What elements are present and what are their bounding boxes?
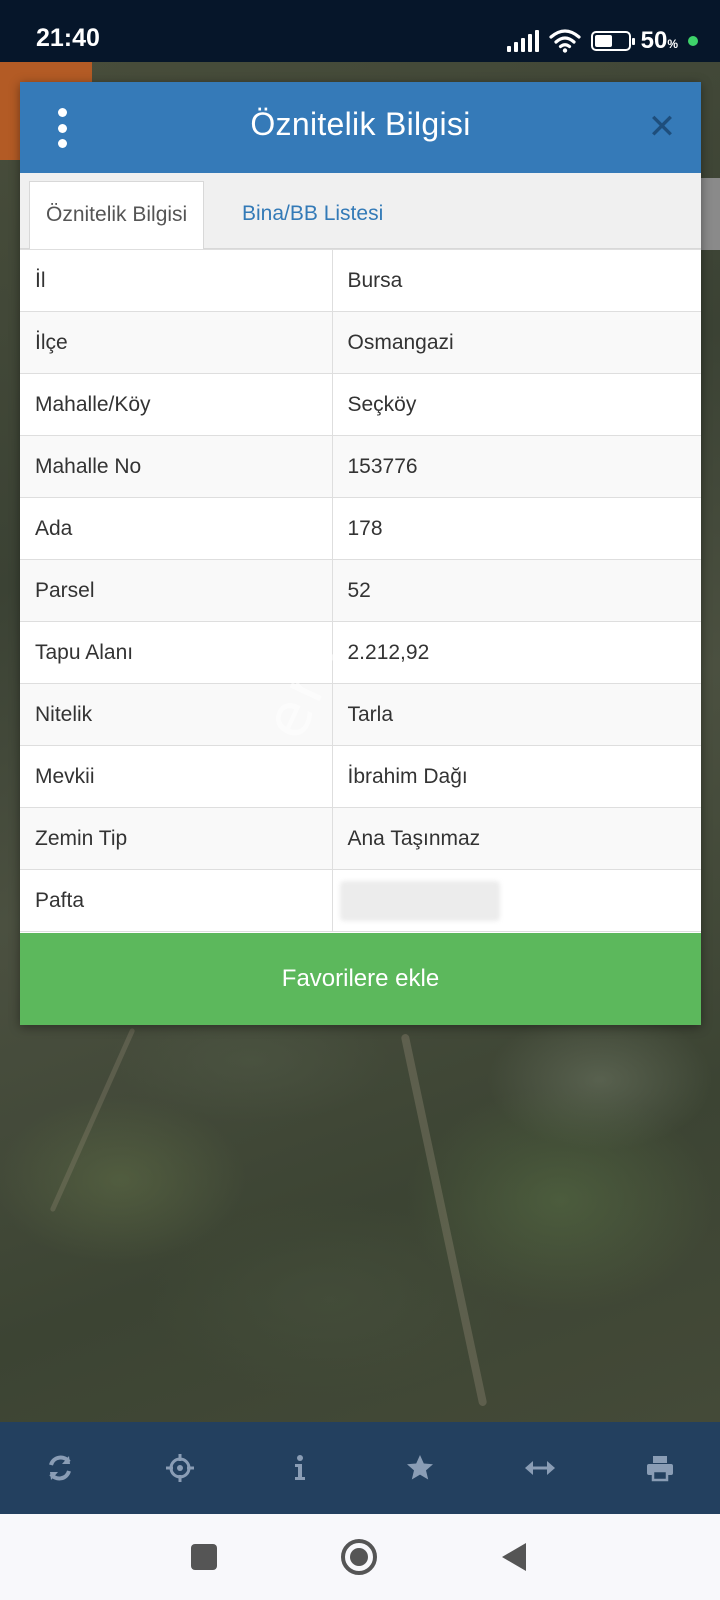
system-nav-bar — [0, 1514, 720, 1600]
table-row: İl Bursa — [20, 249, 701, 312]
redacted-value — [339, 880, 500, 921]
star-icon[interactable] — [395, 1443, 445, 1493]
attr-key: Ada — [20, 497, 333, 560]
signal-icon — [506, 30, 539, 52]
attr-key: Zemin Tip — [20, 807, 333, 870]
tab-bar: Öznitelik Bilgisi Bina/BB Listesi — [20, 173, 701, 250]
scrollbar[interactable] — [700, 178, 720, 250]
table-row: Ada 178 — [20, 497, 701, 560]
battery-percentage: 50% — [640, 27, 678, 54]
table-row: Mahalle/Köy Seçköy — [20, 373, 701, 436]
attr-value: Ana Taşınmaz — [331, 807, 701, 870]
attr-key: İlçe — [20, 311, 333, 374]
table-row: İlçe Osmangazi — [20, 311, 701, 374]
back-button[interactable] — [491, 1534, 537, 1580]
attr-key: Mevkii — [20, 745, 333, 808]
attr-value: 2.212,92 — [331, 621, 701, 684]
privacy-indicator-dot — [688, 36, 698, 46]
attribute-info-dialog: Öznitelik Bilgisi ✕ Öznitelik Bilgisi Bi… — [20, 82, 701, 1025]
attr-value: Bursa — [331, 249, 701, 312]
tab-building-list[interactable]: Bina/BB Listesi — [226, 181, 399, 250]
locate-icon[interactable] — [155, 1443, 205, 1493]
dialog-title: Öznitelik Bilgisi — [250, 106, 471, 142]
attr-value: Osmangazi — [331, 311, 701, 374]
dialog-header: Öznitelik Bilgisi ✕ — [20, 82, 701, 173]
map-toolbar — [0, 1422, 720, 1514]
status-indicators: 50% — [506, 26, 698, 56]
attr-value-redacted — [331, 869, 701, 932]
attr-key: Parsel — [20, 559, 333, 622]
refresh-icon[interactable] — [35, 1443, 85, 1493]
status-bar: 21:40 50% — [0, 0, 720, 62]
attr-key: Pafta — [20, 869, 333, 932]
table-row: Tapu Alanı 2.212,92 — [20, 621, 701, 684]
attr-key: Nitelik — [20, 683, 333, 746]
attr-key: İl — [20, 249, 333, 312]
recent-apps-button[interactable] — [181, 1534, 227, 1580]
table-row: Zemin Tip Ana Taşınmaz — [20, 807, 701, 870]
attr-key: Mahalle No — [20, 435, 333, 498]
attr-key: Tapu Alanı — [20, 621, 333, 684]
attr-value: Tarla — [331, 683, 701, 746]
attr-value: İbrahim Dağı — [331, 745, 701, 808]
table-row: Nitelik Tarla — [20, 683, 701, 746]
print-icon[interactable] — [635, 1443, 685, 1493]
close-icon[interactable]: ✕ — [645, 110, 679, 144]
attribute-table: İl Bursa İlçe Osmangazi Mahalle/Köy Seçköy … — [20, 249, 701, 932]
status-time: 21:40 — [36, 24, 100, 52]
attr-value: 178 — [331, 497, 701, 560]
attr-value: 153776 — [331, 435, 701, 498]
table-row: Parsel 52 — [20, 559, 701, 622]
measure-icon[interactable] — [515, 1443, 565, 1493]
attr-value: 52 — [331, 559, 701, 622]
info-icon[interactable] — [275, 1443, 325, 1493]
battery-icon — [590, 31, 635, 51]
attr-value: Seçköy — [331, 373, 701, 436]
table-row: Mevkii İbrahim Dağı — [20, 745, 701, 808]
wifi-icon — [549, 29, 581, 53]
add-to-favorites-button[interactable]: Favorilere ekle — [20, 933, 701, 1025]
table-row: Pafta — [20, 869, 701, 932]
attr-key: Mahalle/Köy — [20, 373, 333, 436]
home-button[interactable] — [336, 1534, 382, 1580]
table-row: Mahalle No 153776 — [20, 435, 701, 498]
tab-attribute-info[interactable]: Öznitelik Bilgisi — [29, 181, 205, 250]
